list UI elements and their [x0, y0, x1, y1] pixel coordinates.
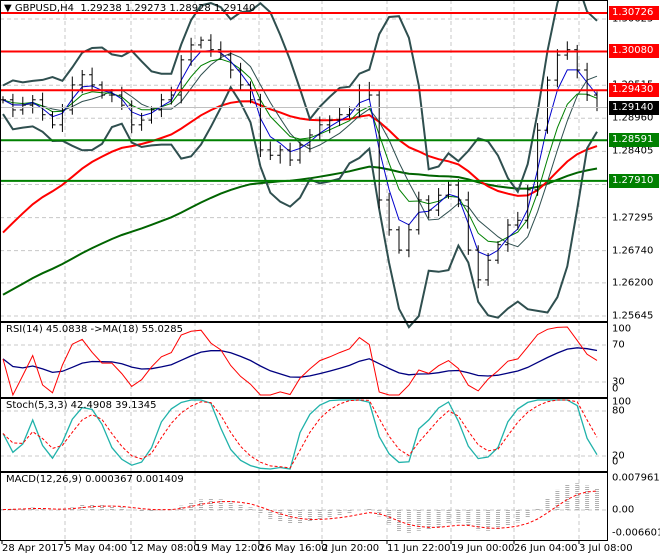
bollinger-lower-line: [2, 85, 598, 329]
level-tag-resistance: 1.30726: [609, 5, 659, 20]
price-tick: 1.28405: [612, 145, 654, 157]
time-label: 19 Jun 00:00: [451, 543, 515, 554]
rsi-tick: 100: [612, 323, 632, 335]
triangle-down-icon[interactable]: ▼: [4, 3, 12, 14]
time-label: 28 Apr 2017: [2, 543, 64, 554]
rsi-tick: 0: [612, 383, 619, 395]
time-label: 26 Jun 04:00: [514, 543, 578, 554]
current-price-tag: 1.29140: [609, 100, 659, 115]
close-value: 1.29140: [213, 3, 256, 14]
chart-header: ▼ GBPUSD,H4 1.29238 1.29273 1.28928 1.29…: [4, 3, 255, 14]
time-label: 5 May 04:00: [65, 543, 128, 554]
macd-tick: -0.006601: [612, 527, 660, 539]
time-label: 19 May 12:00: [195, 543, 264, 554]
stoch-tick: 0: [612, 456, 619, 468]
open-value: 1.29238: [80, 3, 122, 14]
high-value: 1.29273: [124, 3, 167, 14]
level-tag-resistance: 1.29430: [609, 83, 659, 98]
price-tick: 1.25645: [612, 310, 654, 322]
ma-mid-line: [2, 100, 598, 234]
symbol-label: GBPUSD,H4: [14, 3, 74, 14]
rsi-title: RSI(14) 45.0838 ->MA(18) 55.0285: [6, 324, 183, 335]
level-tag-resistance: 1.30080: [609, 44, 659, 59]
time-label: 12 May 08:00: [131, 543, 200, 554]
time-label: 26 May 16:00: [259, 543, 328, 554]
rsi-tick: 70: [612, 339, 625, 351]
time-label: 2 Jun 20:00: [322, 543, 380, 554]
time-label: 3 Jul 08:00: [579, 543, 633, 554]
macd-tick: 0.007961: [612, 472, 660, 484]
price-tick: 1.27295: [612, 212, 654, 224]
price-tick: 1.26200: [612, 277, 654, 289]
low-value: 1.28928: [169, 3, 211, 14]
stoch-title: Stoch(5,3,3) 42.4908 39.1345: [6, 400, 157, 411]
macd-tick: 0.00: [612, 504, 635, 516]
macd-title: MACD(12,26,9) 0.000367 0.001409: [6, 474, 184, 485]
level-tag-support: 1.28591: [609, 133, 659, 148]
level-tag-support: 1.27910: [609, 173, 659, 188]
stoch-tick: 80: [612, 405, 625, 417]
price-tick: 1.26740: [612, 245, 654, 257]
time-label: 11 Jun 22:00: [387, 543, 451, 554]
